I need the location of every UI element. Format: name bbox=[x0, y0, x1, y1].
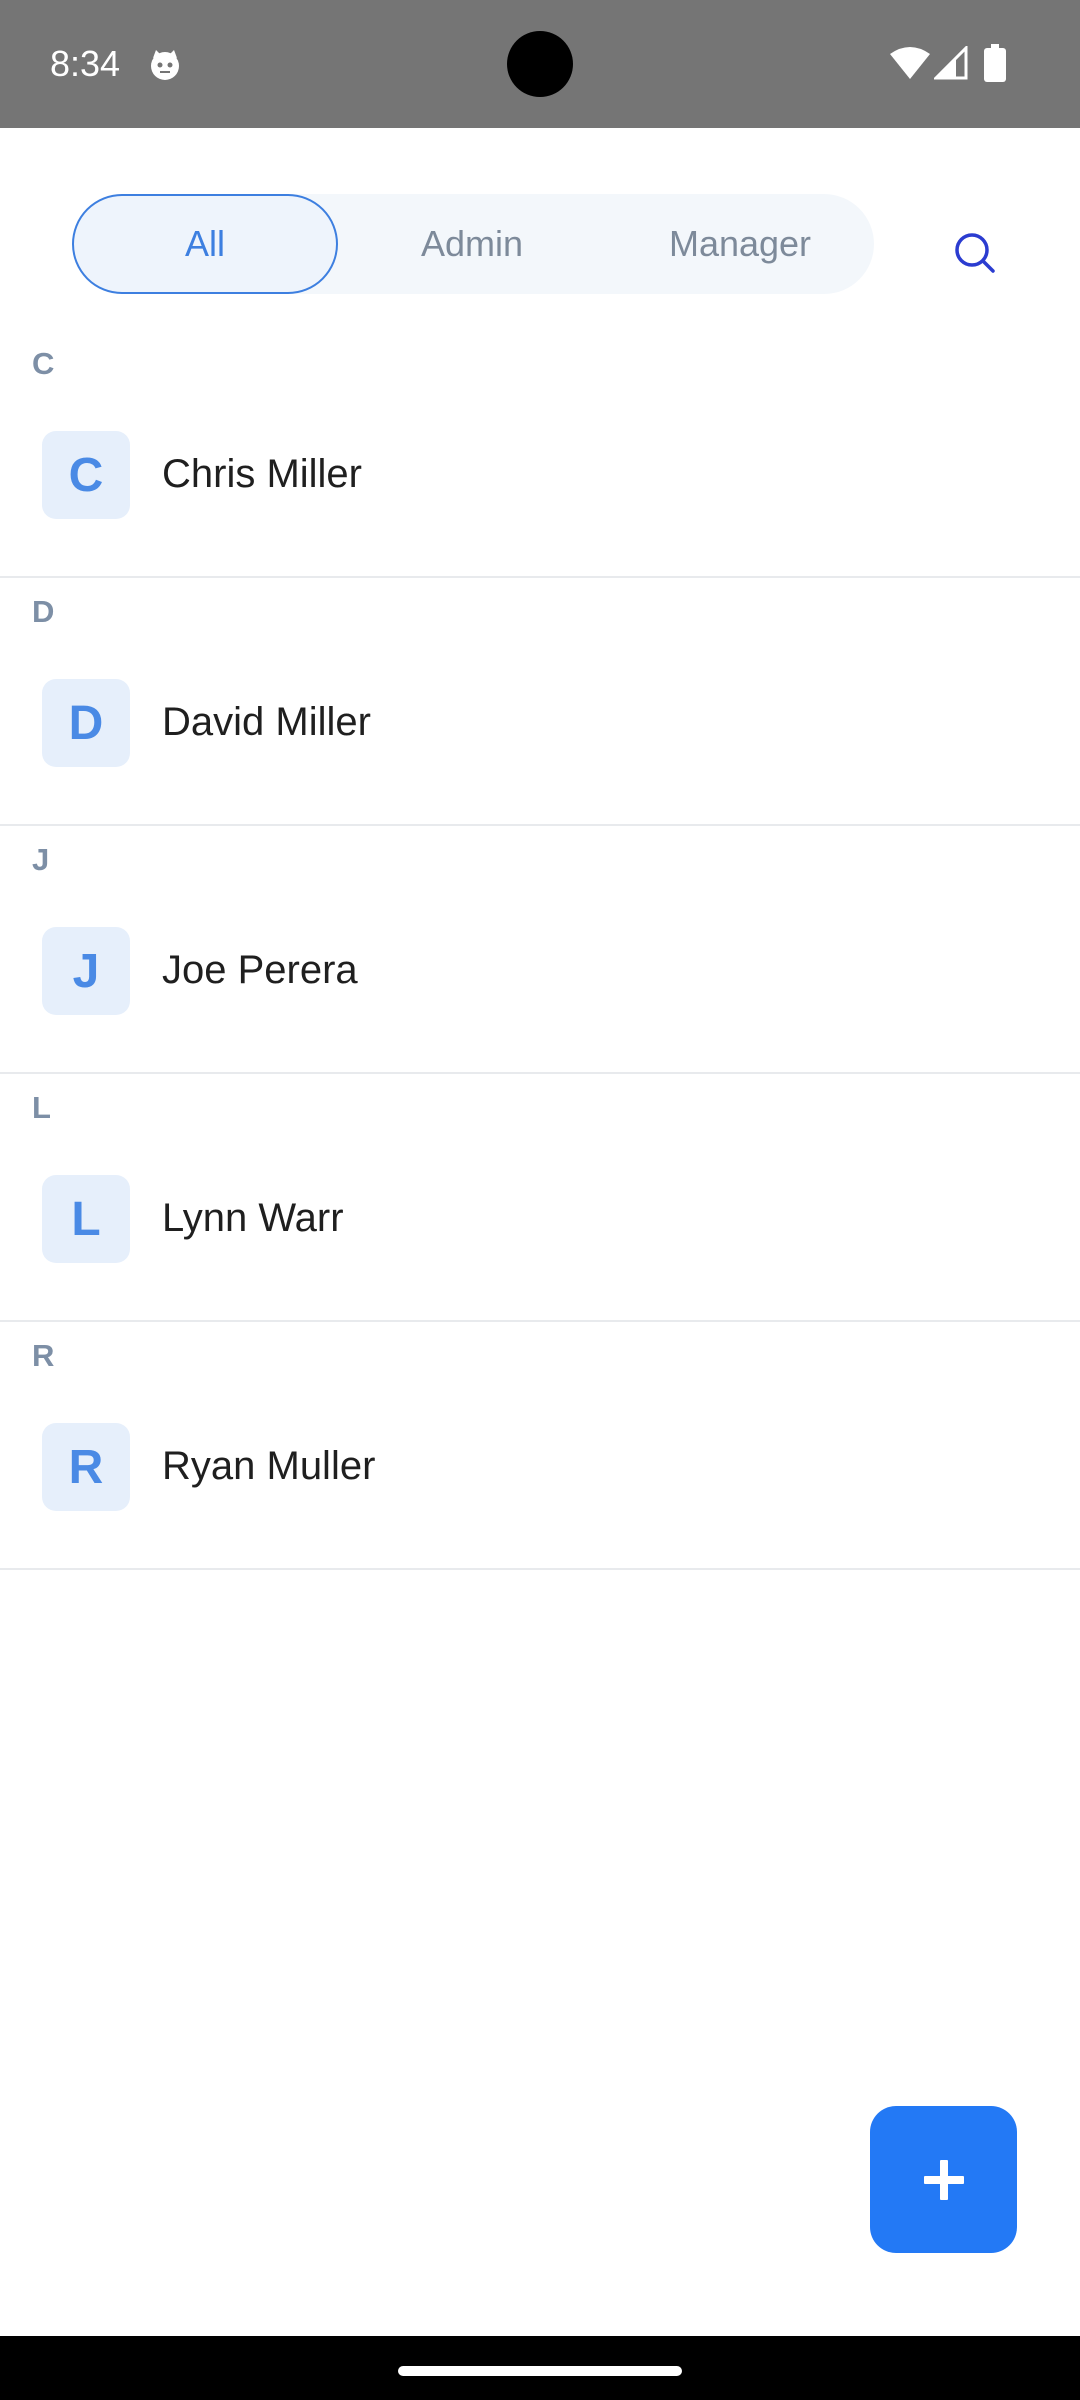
contact-section-l: L L Lynn Warr bbox=[0, 1074, 1080, 1322]
contact-name: David Miller bbox=[162, 700, 371, 744]
contact-row-joe-perera[interactable]: J Joe Perera bbox=[0, 896, 1080, 1072]
contact-name: Lynn Warr bbox=[162, 1196, 344, 1240]
wifi-icon bbox=[890, 47, 930, 79]
tab-all[interactable]: All bbox=[72, 194, 338, 294]
signal-icon bbox=[934, 46, 968, 80]
screen: 8:34 All Admin Manager C C Chris Miller … bbox=[0, 0, 1080, 2400]
plus-icon bbox=[923, 2159, 964, 2200]
search-icon[interactable] bbox=[944, 222, 1004, 282]
navigation-bar bbox=[0, 2336, 1080, 2400]
battery-icon bbox=[984, 44, 1006, 82]
camera-cutout bbox=[507, 31, 573, 97]
add-contact-button[interactable] bbox=[870, 2106, 1017, 2253]
section-header: C bbox=[32, 346, 55, 381]
status-time: 8:34 bbox=[50, 43, 121, 84]
contact-row-chris-miller[interactable]: C Chris Miller bbox=[0, 400, 1080, 576]
contact-section-j: J J Joe Perera bbox=[0, 826, 1080, 1074]
contact-name: Ryan Muller bbox=[162, 1444, 376, 1488]
contact-row-ryan-muller[interactable]: R Ryan Muller bbox=[0, 1392, 1080, 1568]
filter-tabs: All Admin Manager bbox=[72, 194, 874, 294]
contact-name: Chris Miller bbox=[162, 452, 362, 496]
contact-section-d: D D David Miller bbox=[0, 578, 1080, 826]
avatar: D bbox=[42, 679, 130, 767]
home-indicator[interactable] bbox=[398, 2366, 682, 2376]
contact-row-lynn-warr[interactable]: L Lynn Warr bbox=[0, 1144, 1080, 1320]
divider bbox=[0, 1568, 1080, 1570]
cat-notification-icon bbox=[151, 50, 179, 80]
tab-admin[interactable]: Admin bbox=[338, 194, 606, 294]
avatar: R bbox=[42, 1423, 130, 1511]
section-header: R bbox=[32, 1338, 55, 1373]
avatar: L bbox=[42, 1175, 130, 1263]
section-header: L bbox=[32, 1090, 51, 1125]
section-header: D bbox=[32, 594, 55, 629]
status-bar: 8:34 bbox=[0, 0, 1080, 128]
contact-list: C C Chris Miller D D David Miller J J Jo… bbox=[0, 330, 1080, 1570]
avatar: C bbox=[42, 431, 130, 519]
avatar: J bbox=[42, 927, 130, 1015]
contact-section-c: C C Chris Miller bbox=[0, 330, 1080, 578]
tab-manager[interactable]: Manager bbox=[606, 194, 874, 294]
contact-row-david-miller[interactable]: D David Miller bbox=[0, 648, 1080, 824]
contact-section-r: R R Ryan Muller bbox=[0, 1322, 1080, 1570]
section-header: J bbox=[32, 842, 50, 877]
contact-name: Joe Perera bbox=[162, 948, 358, 992]
